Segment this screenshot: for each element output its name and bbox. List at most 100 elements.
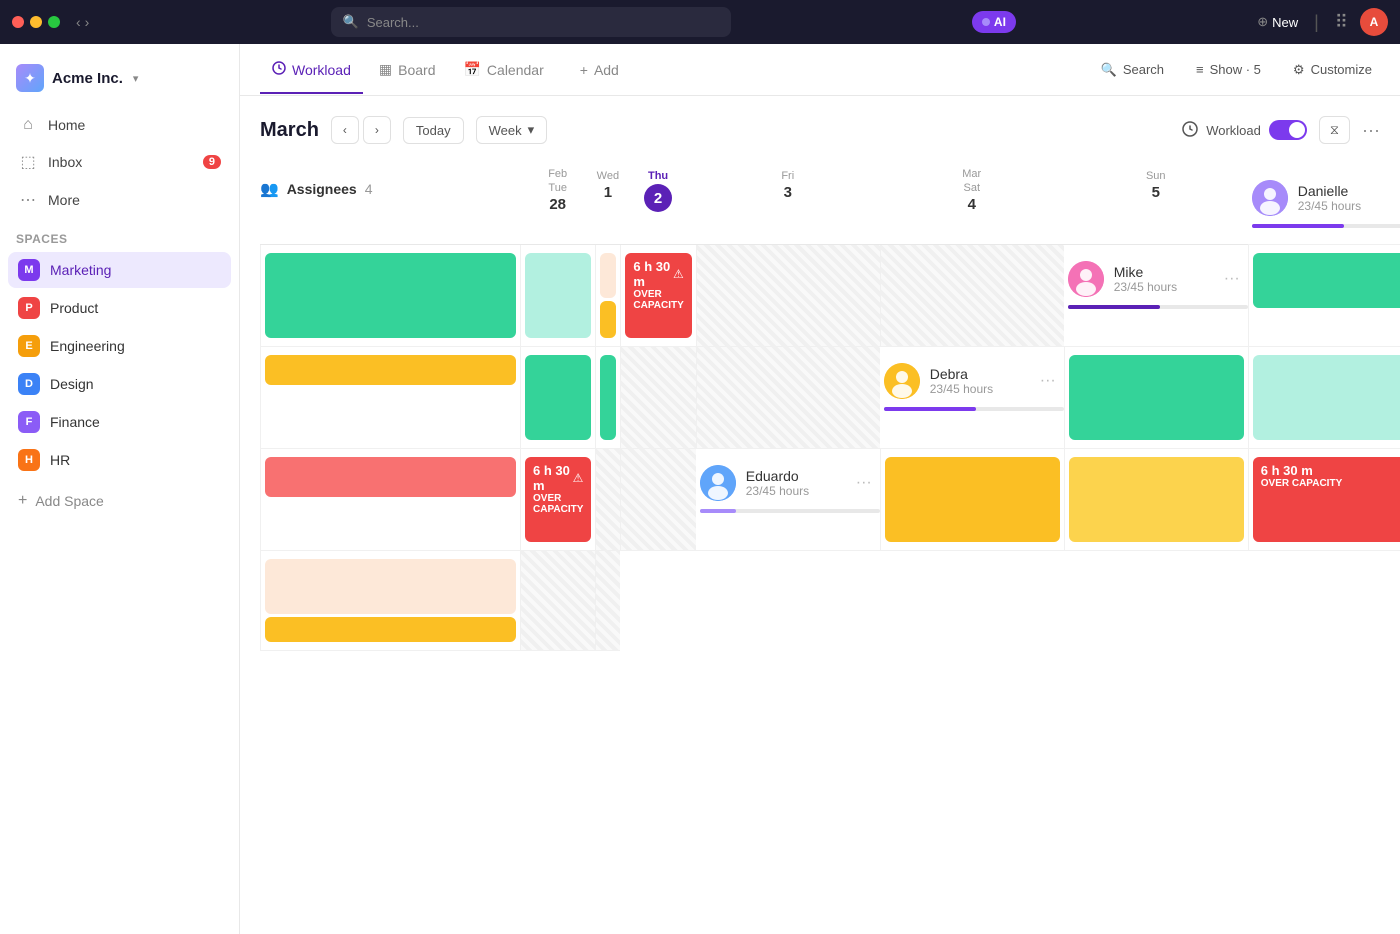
danielle-cell-wed <box>520 245 595 347</box>
sidebar-item-home[interactable]: ⌂ Home <box>8 108 231 142</box>
sidebar-space-finance[interactable]: F Finance <box>8 404 231 440</box>
tab-add[interactable]: + Add <box>568 48 631 94</box>
tab-calendar[interactable]: 📅 Calendar <box>451 47 555 94</box>
content-area: Workload ▦ Board 📅 Calendar + Add 🔍 Sear… <box>240 44 1400 934</box>
board-tab-icon: ▦ <box>379 61 392 78</box>
over-capacity-block-eduardo[interactable]: 6 h 30 m ⚠ OVER CAPACITY <box>1253 457 1400 542</box>
week-selector[interactable]: Week ▾ <box>476 116 548 144</box>
task-block[interactable] <box>1253 355 1400 440</box>
next-month-button[interactable]: › <box>363 116 391 144</box>
toggle-knob <box>1289 122 1305 138</box>
date-dayname-tue: Tue <box>520 182 595 194</box>
person-name-eduardo: Eduardo <box>746 468 809 484</box>
task-block[interactable] <box>525 355 591 440</box>
sidebar-space-hr[interactable]: H HR <box>8 442 231 478</box>
sidebar: ✦ Acme Inc. ▾ ⌂ Home ⬚ Inbox 9 ⋯ More Sp… <box>0 44 240 934</box>
filter-button[interactable]: ⧖ <box>1319 116 1350 144</box>
over-capacity-block-danielle[interactable]: 6 h 30 m ⚠ OVER CAPACITY <box>625 253 691 338</box>
task-block[interactable] <box>525 253 591 338</box>
date-col-feb-28: Feb Tue 28 <box>520 164 595 245</box>
search-button[interactable]: 🔍 Search <box>1093 56 1172 84</box>
alert-icon: ⚠ <box>673 267 684 281</box>
task-block[interactable] <box>885 457 1060 542</box>
sidebar-space-marketing[interactable]: M Marketing <box>8 252 231 288</box>
space-icon-e: E <box>18 335 40 357</box>
task-block-bottom[interactable] <box>265 617 516 642</box>
space-design-label: Design <box>50 376 94 392</box>
today-button[interactable]: Today <box>403 117 464 144</box>
month-nav: ‹ › <box>331 116 391 144</box>
global-search-bar[interactable]: 🔍 <box>331 7 731 37</box>
over-capacity-header: 6 h 30 m ⚠ <box>533 463 583 493</box>
over-capacity-time: 6 h 30 m <box>1261 463 1313 478</box>
sidebar-item-more[interactable]: ⋯ More <box>8 182 231 218</box>
person-more-mike[interactable]: ··· <box>1224 270 1248 288</box>
date-col-thu-2: Thu 2 <box>620 164 695 245</box>
person-details-debra: Debra 23/45 hours <box>930 366 993 396</box>
main-layout: ✦ Acme Inc. ▾ ⌂ Home ⬚ Inbox 9 ⋯ More Sp… <box>0 44 1400 934</box>
add-space-plus-icon: + <box>18 492 27 510</box>
danielle-cell-sat <box>696 245 880 347</box>
person-progress-fill-eduardo <box>700 509 736 513</box>
task-block[interactable] <box>265 253 516 338</box>
forward-arrow[interactable]: › <box>85 14 90 30</box>
person-more-eduardo[interactable]: ··· <box>856 474 880 492</box>
date-daynum-4: 4 <box>880 196 1064 213</box>
person-name-debra: Debra <box>930 366 993 382</box>
sidebar-space-engineering[interactable]: E Engineering <box>8 328 231 364</box>
task-block[interactable] <box>1069 457 1244 542</box>
task-block[interactable] <box>1069 355 1244 440</box>
grid-icon[interactable]: ⠿ <box>1335 12 1348 33</box>
add-space-button[interactable]: + Add Space <box>0 484 239 518</box>
global-search-input[interactable] <box>367 15 719 30</box>
tab-workload[interactable]: Workload <box>260 47 363 94</box>
show-button[interactable]: ≡ Show · 5 <box>1188 56 1269 83</box>
board-tab-label: Board <box>398 62 435 78</box>
space-icon-h: H <box>18 449 40 471</box>
sidebar-item-inbox[interactable]: ⬚ Inbox 9 <box>8 144 231 180</box>
task-block[interactable] <box>1253 253 1400 308</box>
tab-board[interactable]: ▦ Board <box>367 47 448 94</box>
workload-main: March ‹ › Today Week ▾ <box>240 96 1400 934</box>
person-more-debra[interactable]: ··· <box>1040 372 1064 390</box>
prev-month-button[interactable]: ‹ <box>331 116 359 144</box>
mike-cell-wed <box>260 347 520 449</box>
sidebar-home-label: Home <box>48 117 85 133</box>
task-block-top[interactable] <box>265 559 516 614</box>
alert-icon: ⚠ <box>573 471 584 485</box>
sidebar-space-product[interactable]: P Product <box>8 290 231 326</box>
close-dot[interactable] <box>12 16 24 28</box>
person-info-eduardo: Eduardo 23/45 hours ··· <box>696 449 880 551</box>
over-capacity-time: 6 h 30 m <box>533 463 573 493</box>
maximize-dot[interactable] <box>48 16 60 28</box>
brand[interactable]: ✦ Acme Inc. ▾ <box>0 56 239 108</box>
brand-star-icon: ✦ <box>24 70 36 87</box>
danielle-cell-sun <box>880 245 1064 347</box>
ai-badge[interactable]: AI <box>972 11 1016 33</box>
new-button[interactable]: ⊕ New <box>1257 14 1298 30</box>
week-chevron-icon: ▾ <box>528 122 535 138</box>
debra-cell-thu <box>260 449 520 551</box>
sidebar-space-design[interactable]: D Design <box>8 366 231 402</box>
eduardo-cell-wed <box>1064 449 1248 551</box>
over-capacity-block-debra[interactable]: 6 h 30 m ⚠ OVER CAPACITY <box>525 457 591 542</box>
filter-icon: ⧖ <box>1330 122 1339 138</box>
mike-cell-sat <box>620 347 695 449</box>
date-col-sat-4: Mar Sat 4 <box>880 164 1064 245</box>
task-block-bottom[interactable] <box>600 301 616 338</box>
back-arrow[interactable]: ‹ <box>76 14 81 30</box>
user-avatar[interactable]: A <box>1360 8 1388 36</box>
workload-tab-label: Workload <box>292 62 351 78</box>
date-dayname-thu: Thu <box>620 170 695 182</box>
more-options-button[interactable]: ··· <box>1362 120 1380 141</box>
topbar-right: ⊕ New | ⠿ A <box>1257 8 1388 36</box>
task-block[interactable] <box>265 457 516 497</box>
customize-button[interactable]: ⚙ Customize <box>1285 56 1380 84</box>
debra-cell-sat <box>595 449 620 551</box>
task-block-top[interactable] <box>600 253 616 298</box>
assignees-label: Assignees <box>287 181 357 197</box>
minimize-dot[interactable] <box>30 16 42 28</box>
workload-toggle-switch[interactable] <box>1269 120 1307 140</box>
task-block[interactable] <box>265 355 516 385</box>
task-block[interactable] <box>600 355 616 440</box>
